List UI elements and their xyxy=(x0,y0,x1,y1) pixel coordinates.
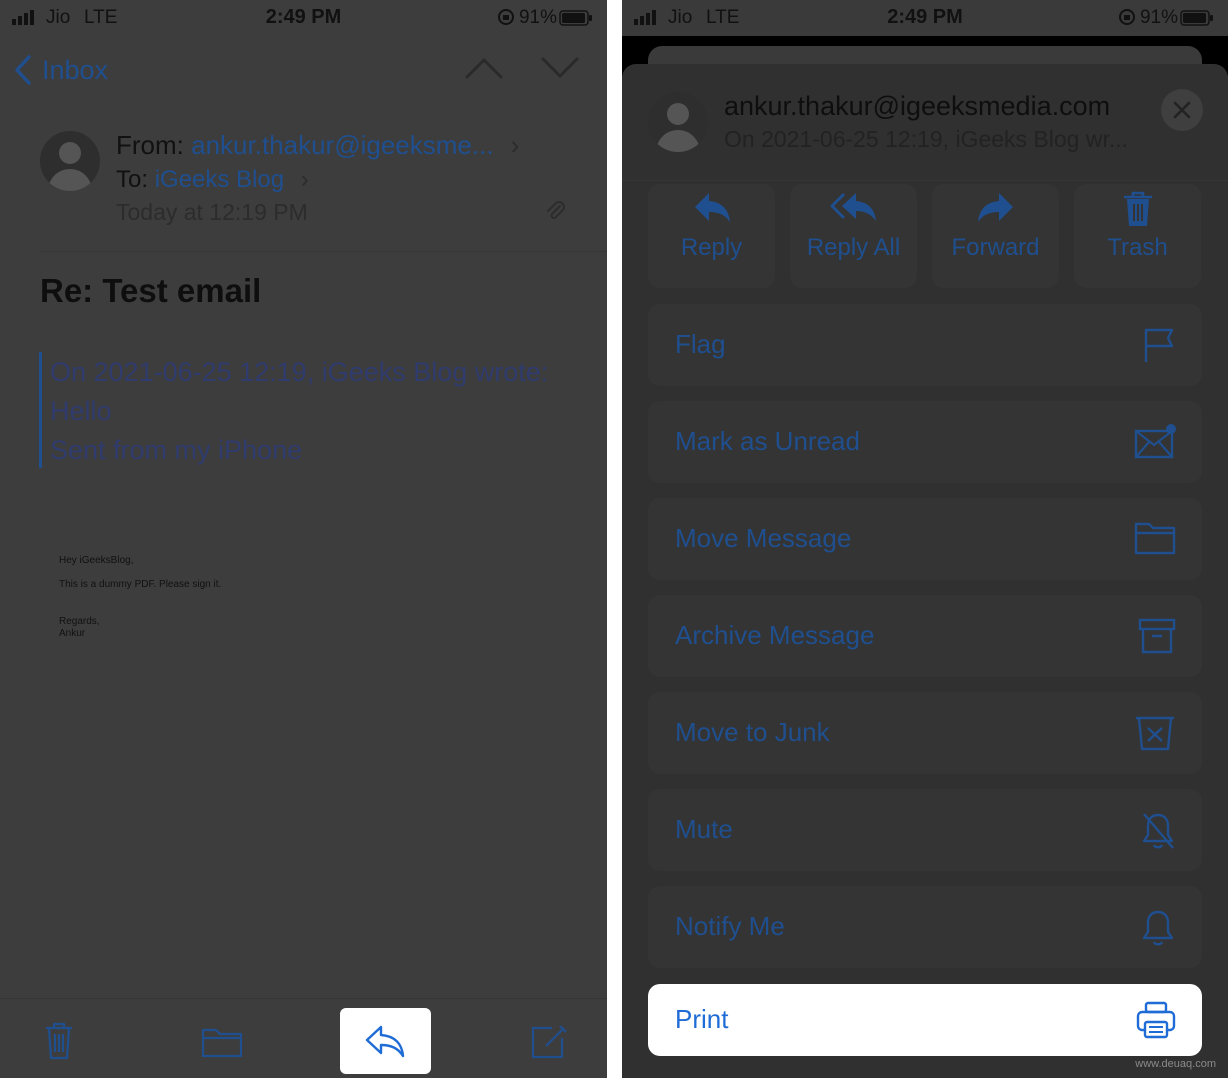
back-to-inbox-button[interactable]: Inbox xyxy=(14,54,108,86)
sheet-divider xyxy=(622,180,1228,181)
compose-icon[interactable] xyxy=(530,1024,568,1060)
orientation-lock-icon xyxy=(498,9,514,25)
sender-avatar xyxy=(648,92,708,152)
battery-icon xyxy=(559,10,592,26)
trash-action-label: Trash xyxy=(1107,234,1168,261)
battery-icon xyxy=(1180,10,1213,26)
pdf-line-3: Regards, xyxy=(59,616,100,627)
junk-icon xyxy=(1136,716,1174,751)
status-bar: Jio LTE 2:49 PM 91% xyxy=(0,0,607,36)
back-label: Inbox xyxy=(42,54,109,85)
flag-icon xyxy=(1144,328,1174,362)
chevron-right-icon: › xyxy=(300,166,309,193)
watermark-text: www.deuaq.com xyxy=(1135,1058,1216,1070)
print-row[interactable]: Print xyxy=(648,984,1202,1056)
folder-icon xyxy=(1134,522,1176,555)
battery-percent: 91% xyxy=(518,7,557,28)
close-icon xyxy=(1173,101,1191,119)
header-divider xyxy=(40,251,607,252)
quote-bar xyxy=(39,352,42,468)
to-row[interactable]: To: iGeeks Blog › xyxy=(116,166,309,194)
quote-line-1: On 2021-06-25 12:19, iGeeks Blog wrote: xyxy=(50,357,549,387)
trash-icon xyxy=(1123,191,1152,226)
previous-message-icon[interactable] xyxy=(464,56,504,80)
from-label: From: xyxy=(116,130,184,160)
next-message-icon[interactable] xyxy=(540,56,580,80)
move-message-label: Move Message xyxy=(675,523,852,553)
folder-icon[interactable] xyxy=(201,1026,243,1058)
reply-icon[interactable] xyxy=(364,1024,406,1058)
move-to-junk-row[interactable]: Move to Junk xyxy=(648,692,1202,774)
from-address[interactable]: ankur.thakur@igeeksme... xyxy=(191,130,493,160)
to-address[interactable]: iGeeks Blog xyxy=(155,166,284,193)
sheet-subtitle: On 2021-06-25 12:19, iGeeks Blog wr... xyxy=(724,126,1129,152)
attachment-paperclip-icon xyxy=(547,201,565,219)
move-to-junk-label: Move to Junk xyxy=(675,717,830,747)
reply-action-label: Reply xyxy=(680,234,743,261)
quote-line-2: Hello xyxy=(50,396,112,426)
pdf-line-2: This is a dummy PDF. Please sign it. xyxy=(59,579,222,590)
notify-me-label: Notify Me xyxy=(675,911,785,941)
archive-message-label: Archive Message xyxy=(675,620,875,650)
print-label: Print xyxy=(675,1004,729,1034)
battery-percent: 91% xyxy=(1139,7,1178,28)
forward-action-button[interactable]: Forward xyxy=(932,184,1059,288)
mute-label: Mute xyxy=(675,814,733,844)
bell-slash-icon xyxy=(1142,813,1174,849)
sender-avatar xyxy=(40,131,100,191)
status-bar: Jio LTE 2:49 PM 91% xyxy=(622,0,1228,36)
pdf-line-4: Ankur xyxy=(59,628,86,639)
unread-envelope-icon xyxy=(1134,424,1176,459)
forward-action-label: Forward xyxy=(951,234,1040,261)
flag-label: Flag xyxy=(675,329,726,359)
mail-actions-screen: Jio LTE 2:49 PM 91% ankur.thakur@igeeksm… xyxy=(622,0,1228,1078)
bell-icon xyxy=(1142,910,1174,946)
bottom-toolbar xyxy=(0,998,607,1078)
to-label: To: xyxy=(116,166,149,193)
archive-icon xyxy=(1138,618,1176,654)
mark-as-unread-row[interactable]: Mark as Unread xyxy=(648,401,1202,483)
reply-action-button[interactable]: Reply xyxy=(648,184,775,288)
message-subject: Re: Test email xyxy=(40,272,262,309)
orientation-lock-icon xyxy=(1119,9,1135,25)
move-message-row[interactable]: Move Message xyxy=(648,498,1202,580)
trash-action-button[interactable]: Trash xyxy=(1074,184,1201,288)
sheet-email-address: ankur.thakur@igeeksmedia.com xyxy=(724,91,1111,121)
reply-all-icon xyxy=(830,192,876,221)
chevron-left-icon xyxy=(15,55,31,85)
quote-line-3: Sent from my iPhone xyxy=(50,435,303,465)
mute-row[interactable]: Mute xyxy=(648,789,1202,871)
trash-icon[interactable] xyxy=(44,1021,74,1061)
archive-message-row[interactable]: Archive Message xyxy=(648,595,1202,677)
from-row[interactable]: From: ankur.thakur@igeeksme... › xyxy=(116,130,519,161)
mark-as-unread-label: Mark as Unread xyxy=(675,426,860,456)
status-time: 2:49 PM xyxy=(887,6,963,28)
reply-all-action-label: Reply All xyxy=(806,234,901,261)
forward-icon xyxy=(977,193,1013,222)
flag-row[interactable]: Flag xyxy=(648,304,1202,386)
status-time: 2:49 PM xyxy=(265,6,342,28)
close-button[interactable] xyxy=(1161,89,1203,131)
message-date: Today at 12:19 PM xyxy=(116,199,308,225)
reply-all-action-button[interactable]: Reply All xyxy=(790,184,917,288)
chevron-right-icon: › xyxy=(510,130,520,160)
reply-icon xyxy=(694,193,730,222)
pdf-line-1: Hey iGeeksBlog, xyxy=(59,555,134,566)
mail-message-screen: Jio LTE 2:49 PM 91% Inbox From: ankur.th… xyxy=(0,0,607,1078)
printer-icon xyxy=(1136,1001,1176,1039)
notify-me-row[interactable]: Notify Me xyxy=(648,886,1202,968)
